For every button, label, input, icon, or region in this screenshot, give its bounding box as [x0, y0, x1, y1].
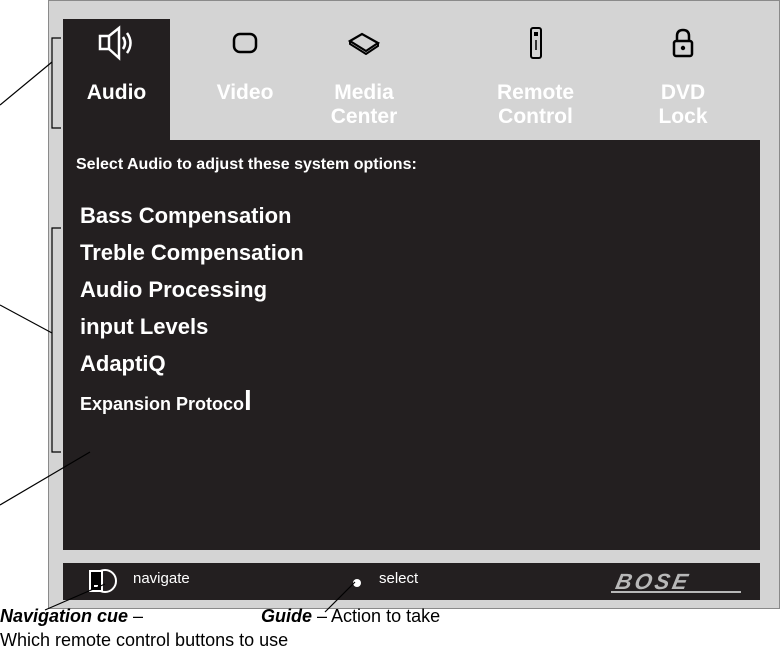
audio-options-panel: Select Audio to adjust these system opti… [63, 140, 760, 550]
audio-options-list: Bass Compensation Treble Compensation Au… [80, 203, 304, 425]
tab-audio[interactable]: Audio [63, 19, 170, 144]
guide-title: Guide [261, 606, 313, 626]
option-expansion-protocol[interactable]: Expansion Protocol [80, 385, 304, 425]
tab-video[interactable]: Video [190, 19, 300, 140]
select-label: select [379, 570, 419, 587]
option-treble-compensation[interactable]: Treble Compensation [80, 240, 304, 277]
navigation-cue-title: Navigation cue [0, 606, 129, 626]
select-dot-icon [353, 579, 361, 587]
remote-control-icon [463, 22, 608, 64]
padlock-icon [608, 22, 758, 64]
tab-media-center[interactable]: Media Center [309, 19, 419, 140]
navigate-icon [87, 566, 121, 600]
tabs-leader-line [0, 61, 53, 106]
option-input-levels[interactable]: input Levels [80, 314, 304, 351]
options-leader-line [0, 304, 53, 334]
media-center-icon [309, 22, 419, 64]
option-expansion-protocol-last-letter: l [244, 385, 252, 416]
guide-description: – Action to take [312, 606, 441, 626]
footer-bar: navigate select BOSE [63, 563, 760, 600]
tab-video-label: Video [216, 81, 274, 104]
tab-remote-control[interactable]: Remote Control [463, 19, 608, 140]
tab-dvd-lock-label: DVD Lock [658, 81, 708, 128]
tab-remote-control-label: Remote Control [496, 81, 575, 128]
speaker-icon [63, 22, 170, 64]
menu-tabs: Audio Video Media Center Remote Control [63, 19, 760, 144]
navigate-label: navigate [133, 570, 190, 587]
option-adaptiq[interactable]: AdaptiQ [80, 351, 304, 388]
panel-prompt: Select Audio to adjust these system opti… [76, 156, 417, 173]
navigation-cue-dash: – [128, 606, 144, 626]
navigation-cue-description: Which remote control buttons to use [0, 630, 289, 650]
tab-media-center-label: Media Center [330, 81, 398, 128]
tab-audio-label: Audio [86, 81, 147, 104]
bose-logo-underline [611, 591, 741, 593]
guide-callout: Guide – Action to take [261, 606, 440, 627]
option-bass-compensation[interactable]: Bass Compensation [80, 203, 304, 240]
option-audio-processing[interactable]: Audio Processing [80, 277, 304, 314]
navigation-cue-callout: Navigation cue – [0, 606, 143, 627]
tv-screen-icon [190, 22, 300, 64]
tab-dvd-lock[interactable]: DVD Lock [608, 19, 758, 140]
